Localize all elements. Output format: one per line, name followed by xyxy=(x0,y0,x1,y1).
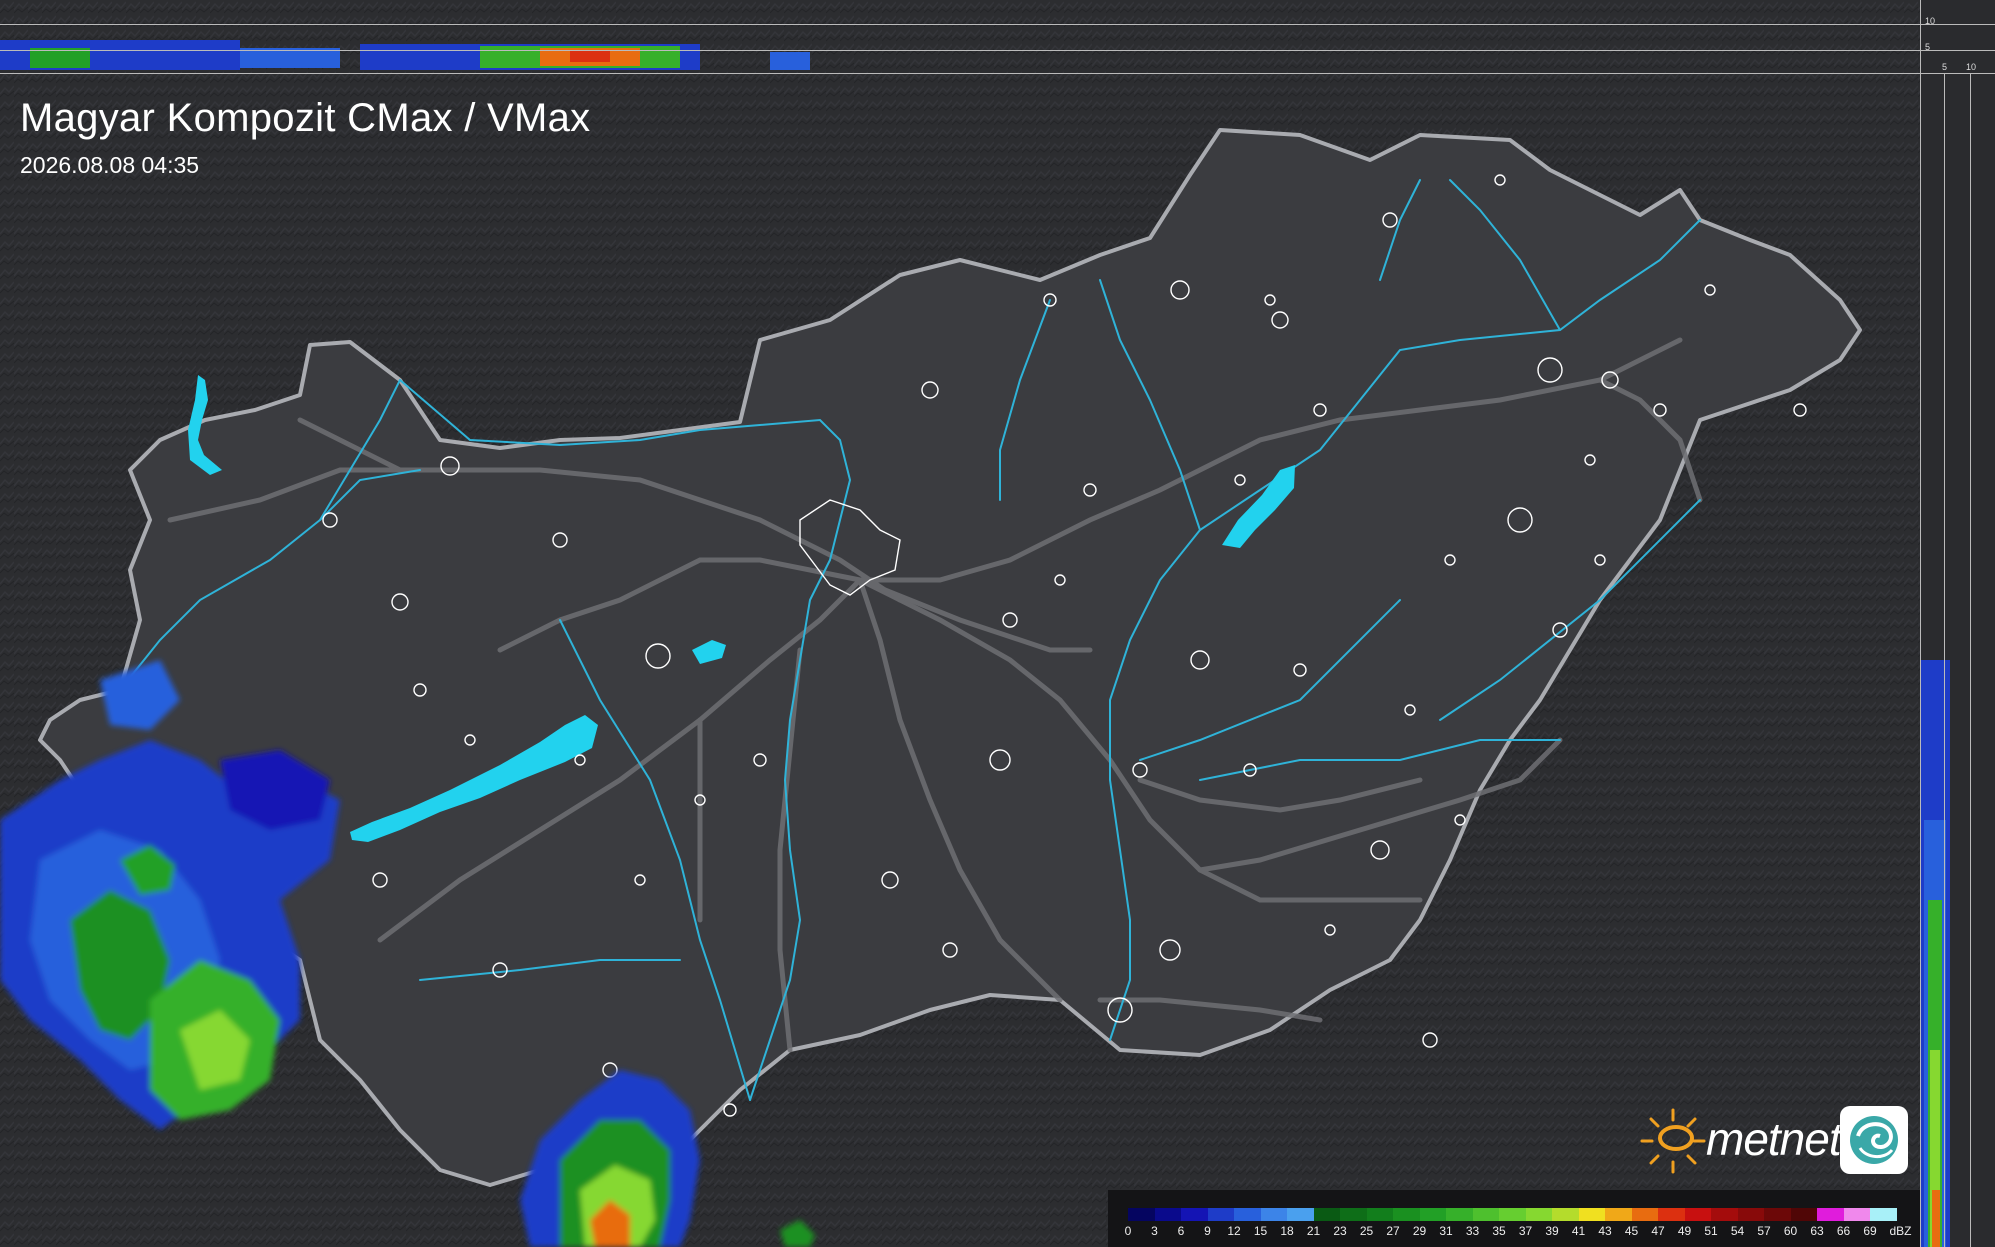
radar-map: 10 5 5 10 Magyar Kompozit CMax / VMax 20… xyxy=(0,0,1995,1247)
legend-swatch xyxy=(1154,1208,1181,1221)
legend-swatch xyxy=(1843,1208,1870,1221)
legend-swatch xyxy=(1737,1208,1764,1221)
legend-label: 41 xyxy=(1571,1224,1586,1238)
profile-right-echoes xyxy=(1920,660,1950,1247)
legend-label: 29 xyxy=(1412,1224,1427,1238)
legend-swatch xyxy=(1605,1208,1632,1221)
legend-label: 37 xyxy=(1518,1224,1533,1238)
legend-label: 27 xyxy=(1386,1224,1400,1238)
legend-label: 21 xyxy=(1306,1224,1321,1238)
legend-swatch xyxy=(1684,1208,1711,1221)
legend-swatch xyxy=(1658,1208,1685,1221)
legend-swatch xyxy=(1234,1208,1261,1221)
legend-label: 66 xyxy=(1836,1224,1851,1238)
swirl-icon xyxy=(1840,1106,1908,1174)
metnet-logo: metnet xyxy=(1636,1104,1908,1178)
legend-swatch xyxy=(1525,1208,1552,1221)
legend-swatch xyxy=(1472,1208,1499,1221)
legend-label: 51 xyxy=(1704,1224,1718,1238)
legend-swatch xyxy=(1446,1208,1473,1221)
legend-label: 45 xyxy=(1624,1224,1639,1238)
brand-name: metnet xyxy=(1706,1113,1842,1165)
legend-label: 47 xyxy=(1651,1224,1665,1238)
legend-label: 43 xyxy=(1598,1224,1612,1238)
legend-label: 3 xyxy=(1151,1224,1158,1238)
legend-swatch xyxy=(1552,1208,1579,1221)
legend-swatch xyxy=(1419,1208,1446,1221)
legend-label: 15 xyxy=(1253,1224,1268,1238)
legend-label: 33 xyxy=(1465,1224,1480,1238)
legend-label: 54 xyxy=(1730,1224,1745,1238)
legend-label: 25 xyxy=(1359,1224,1374,1238)
profile-top-echoes xyxy=(0,40,810,70)
legend-label: 39 xyxy=(1545,1224,1559,1238)
legend-label: 12 xyxy=(1227,1224,1241,1238)
legend-swatch xyxy=(1260,1208,1287,1221)
legend-swatch xyxy=(1366,1208,1393,1221)
legend-swatch xyxy=(1313,1208,1340,1221)
map-timestamp: 2026.08.08 04:35 xyxy=(20,152,200,178)
legend-label: 6 xyxy=(1177,1224,1185,1238)
legend-swatch xyxy=(1711,1208,1738,1221)
legend-swatch xyxy=(1340,1208,1367,1221)
dbz-legend: 0 3 6 9 12 15 18 21 23 25 27 29 31 33 35 37 39 41 43 45 47 49… xyxy=(1108,1190,1920,1247)
legend-swatch xyxy=(1764,1208,1791,1221)
sun-icon xyxy=(1640,1108,1706,1174)
legend-swatch xyxy=(1207,1208,1234,1221)
map-title: Magyar Kompozit CMax / VMax xyxy=(20,96,591,140)
legend-label: 35 xyxy=(1492,1224,1506,1238)
legend-label: 60 xyxy=(1783,1224,1798,1238)
legend-label: 31 xyxy=(1439,1224,1453,1238)
legend-swatch xyxy=(1393,1208,1420,1221)
legend-label: 69 xyxy=(1863,1224,1877,1238)
map-canvas xyxy=(0,0,1950,1247)
legend-swatch xyxy=(1499,1208,1526,1221)
legend-label: 63 xyxy=(1810,1224,1824,1238)
legend-swatch xyxy=(1870,1208,1897,1221)
legend-color-bar xyxy=(1128,1208,1897,1221)
legend-swatch xyxy=(1287,1208,1314,1221)
legend-swatch xyxy=(1631,1208,1658,1221)
legend-label: 57 xyxy=(1757,1224,1771,1238)
legend-swatch xyxy=(1817,1208,1844,1221)
legend-label: 0 xyxy=(1124,1224,1132,1238)
legend-swatch xyxy=(1790,1208,1817,1221)
legend-label: 9 xyxy=(1204,1224,1211,1238)
legend-swatch xyxy=(1181,1208,1208,1221)
legend-label: 18 xyxy=(1280,1224,1294,1238)
legend-swatch xyxy=(1578,1208,1605,1221)
legend-unit: dBZ xyxy=(1889,1224,1912,1238)
legend-label: 23 xyxy=(1333,1224,1347,1238)
legend-swatch xyxy=(1128,1208,1155,1221)
legend-label: 49 xyxy=(1677,1224,1692,1238)
